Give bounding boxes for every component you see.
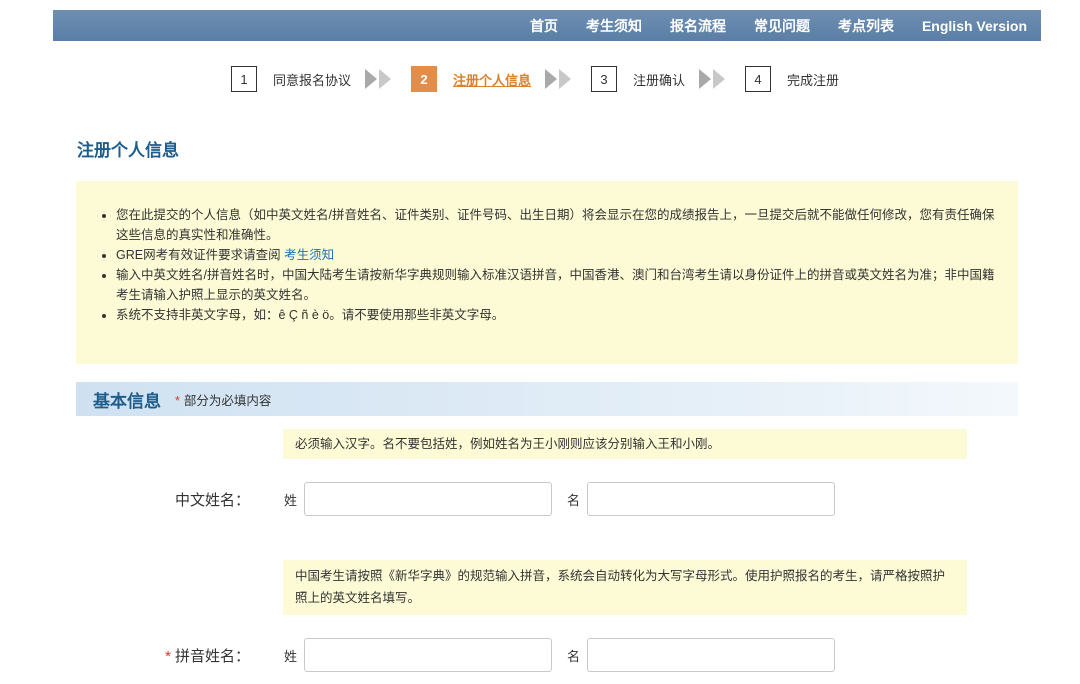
notice-list: 您在此提交的个人信息（如中英文姓名/拼音姓名、证件类别、证件号码、出生日期）将会… xyxy=(100,205,1002,325)
candidate-notice-link[interactable]: 考生须知 xyxy=(284,248,334,262)
step-4-number: 4 xyxy=(745,66,772,92)
pinyin-surname-label: 姓 xyxy=(284,649,298,664)
pinyin-given-name-label: 名 xyxy=(567,649,581,664)
notice-text: GRE网考有效证件要求请查阅 xyxy=(116,248,285,262)
top-nav: 首页 考生须知 报名流程 常见问题 考点列表 English Version xyxy=(53,10,1041,41)
section-header: 基本信息 * 部分为必填内容 xyxy=(76,382,1018,416)
required-note: * 部分为必填内容 xyxy=(175,390,271,409)
required-note-text: 部分为必填内容 xyxy=(183,393,272,408)
pinyin-given-name-input[interactable] xyxy=(587,638,835,672)
chinese-name-label: 中文姓名： xyxy=(174,492,250,509)
step-4-label: 完成注册 xyxy=(787,72,840,88)
step-3-number: 3 xyxy=(591,66,618,92)
notice-item: GRE网考有效证件要求请查阅 考生须知 xyxy=(116,245,1002,265)
chinese-surname-input[interactable] xyxy=(304,482,552,516)
pinyin-name-hint: 中国考生请按照《新华字典》的规范输入拼音，系统会自动转化为大写字母形式。使用护照… xyxy=(283,560,967,615)
step-2-label[interactable]: 注册个人信息 xyxy=(453,70,531,89)
step-3-label: 注册确认 xyxy=(633,72,686,88)
chinese-given-name-label: 名 xyxy=(567,493,581,508)
pinyin-name-label: * 拼音姓名： xyxy=(75,645,250,666)
required-star: * xyxy=(175,393,180,408)
notice-box: 您在此提交的个人信息（如中英文姓名/拼音姓名、证件类别、证件号码、出生日期）将会… xyxy=(76,181,1018,364)
notice-item: 系统不支持非英文字母，如：ê Ç ñ è ö。请不要使用那些非英文字母。 xyxy=(116,305,1002,325)
nav-faq[interactable]: 常见问题 xyxy=(754,16,810,36)
double-arrow-icon xyxy=(699,68,727,90)
double-arrow-icon xyxy=(365,68,393,90)
nav-test-centers[interactable]: 考点列表 xyxy=(838,16,894,36)
required-star: * xyxy=(165,648,171,665)
chinese-surname-label: 姓 xyxy=(284,493,298,508)
step-1-label: 同意报名协议 xyxy=(273,72,352,88)
nav-home[interactable]: 首页 xyxy=(530,16,558,36)
pinyin-surname-input[interactable] xyxy=(304,638,552,672)
nav-registration-process[interactable]: 报名流程 xyxy=(670,16,726,36)
notice-item: 输入中英文姓名/拼音姓名时，中国大陆考生请按新华字典规则输入标准汉语拼音，中国香… xyxy=(116,265,1002,305)
registration-steps: 1 同意报名协议 2 注册个人信息 3 注册确认 4 完成注册 xyxy=(231,65,839,93)
page-title: 注册个人信息 xyxy=(77,141,179,160)
chinese-name-hint: 必须输入汉字。名不要包括姓，例如姓名为王小刚则应该分别输入王和小刚。 xyxy=(283,429,967,459)
double-arrow-icon xyxy=(545,68,573,90)
chinese-given-name-input[interactable] xyxy=(587,482,835,516)
notice-item: 您在此提交的个人信息（如中英文姓名/拼音姓名、证件类别、证件号码、出生日期）将会… xyxy=(116,205,1002,245)
nav-english-version[interactable]: English Version xyxy=(922,18,1027,34)
step-2-number: 2 xyxy=(411,66,438,92)
pinyin-name-label-text: 拼音姓名： xyxy=(174,648,250,665)
nav-candidate-notice[interactable]: 考生须知 xyxy=(586,16,642,36)
step-1-number: 1 xyxy=(231,66,257,92)
section-title: 基本信息 xyxy=(93,391,161,411)
